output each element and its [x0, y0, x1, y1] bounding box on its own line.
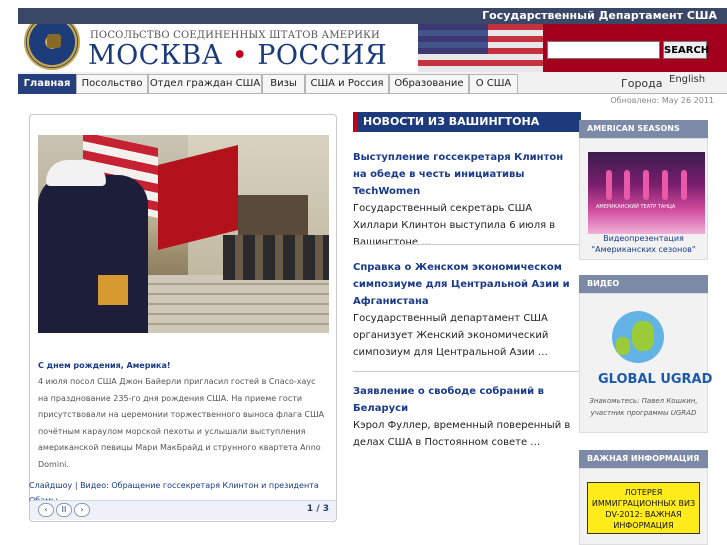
city-separator: •	[231, 40, 249, 71]
top-bar: Государственный Департамент США	[18, 8, 727, 24]
nav-visas[interactable]: Визы	[262, 74, 305, 94]
pause-slide-button[interactable]: II	[56, 503, 72, 517]
header: ПОСОЛЬСТВО СОЕДИНЕННЫХ ШТАТОВ АМЕРИКИ МО…	[18, 24, 727, 72]
main-nav: Главная Посольство Отдел граждан США Виз…	[18, 72, 727, 94]
news-heading: НОВОСТИ ИЗ ВАШИНГТОНА	[353, 112, 581, 132]
prev-slide-button[interactable]: ‹	[38, 503, 54, 517]
news-divider	[353, 244, 580, 245]
ugrad-caption[interactable]: Знакомьтесь: Павел Кошкин, участник прог…	[579, 395, 708, 419]
city-right: РОССИЯ	[257, 40, 388, 71]
seasons-caption[interactable]: Видеопрезентация "Американских сезонов"	[579, 233, 708, 255]
news-title[interactable]: Справка о Женском экономическом симпозиу…	[353, 259, 580, 310]
city-left: МОСКВА	[88, 40, 223, 71]
news-item: Справка о Женском экономическом симпозиу…	[353, 259, 580, 361]
news-divider	[353, 371, 580, 372]
next-slide-button[interactable]: ›	[74, 503, 90, 517]
site-title[interactable]: МОСКВА • РОССИЯ	[88, 40, 387, 71]
nav-cities[interactable]: Города	[621, 77, 663, 90]
search-button[interactable]: SEARCH	[663, 41, 709, 59]
important-heading: ВАЖНАЯ ИНФОРМАЦИЯ	[579, 450, 708, 468]
news-desc: Кэрол Фуллер, временный поверенный в дел…	[353, 420, 571, 448]
seasons-image-text: АМЕРИКАНСКИЙ ТЕАТР ТАНЦА	[596, 204, 676, 210]
search-area: SEARCH	[543, 24, 727, 72]
updated-date: Обновлено: May 26 2011	[610, 96, 714, 105]
slideshow-photo[interactable]	[38, 135, 329, 333]
dv-lottery-banner[interactable]: ЛОТЕРЕЯ ИММИГРАЦИОННЫХ ВИЗ DV-2012: ВАЖН…	[587, 482, 700, 534]
seasons-heading: AMERICAN SEASONS	[579, 120, 708, 138]
slide-counter: 1 / 3	[306, 504, 329, 514]
nav-us-russia[interactable]: США и Россия	[305, 74, 389, 94]
seasons-image[interactable]: АМЕРИКАНСКИЙ ТЕАТР ТАНЦА	[588, 152, 705, 234]
video-heading: ВИДЕО	[579, 275, 708, 293]
globe-icon[interactable]	[612, 311, 664, 363]
nav-about-usa[interactable]: О США	[469, 74, 518, 94]
us-flag-banner	[418, 24, 543, 72]
nav-home[interactable]: Главная	[18, 74, 76, 94]
news-item: Выступление госсекретаря Клинтон на обед…	[353, 149, 580, 251]
slide-caption-title[interactable]: С днем рождения, Америка!	[38, 361, 171, 370]
nav-embassy[interactable]: Посольство	[76, 74, 148, 94]
search-input[interactable]	[547, 41, 660, 59]
nav-citizens[interactable]: Отдел граждан США	[148, 74, 262, 94]
nav-education[interactable]: Образование	[389, 74, 469, 94]
embassy-seal-icon[interactable]	[24, 24, 80, 70]
slide-caption-text: 4 июля посол США Джон Байерли пригласил …	[38, 377, 325, 469]
news-title[interactable]: Заявление о свободе собраний в Беларуси	[353, 383, 580, 417]
slideshow-pager: ‹ II › 1 / 3	[30, 500, 336, 520]
news-desc: Государственный департамент США организу…	[353, 313, 549, 358]
nav-english[interactable]: English	[669, 74, 705, 85]
news-title[interactable]: Выступление госсекретаря Клинтон на обед…	[353, 149, 580, 200]
news-item: Заявление о свободе собраний в Беларуси …	[353, 383, 580, 451]
state-department-link[interactable]: Государственный Департамент США	[482, 9, 717, 22]
ugrad-logo[interactable]: GLOBAL UGRAD	[598, 372, 712, 387]
